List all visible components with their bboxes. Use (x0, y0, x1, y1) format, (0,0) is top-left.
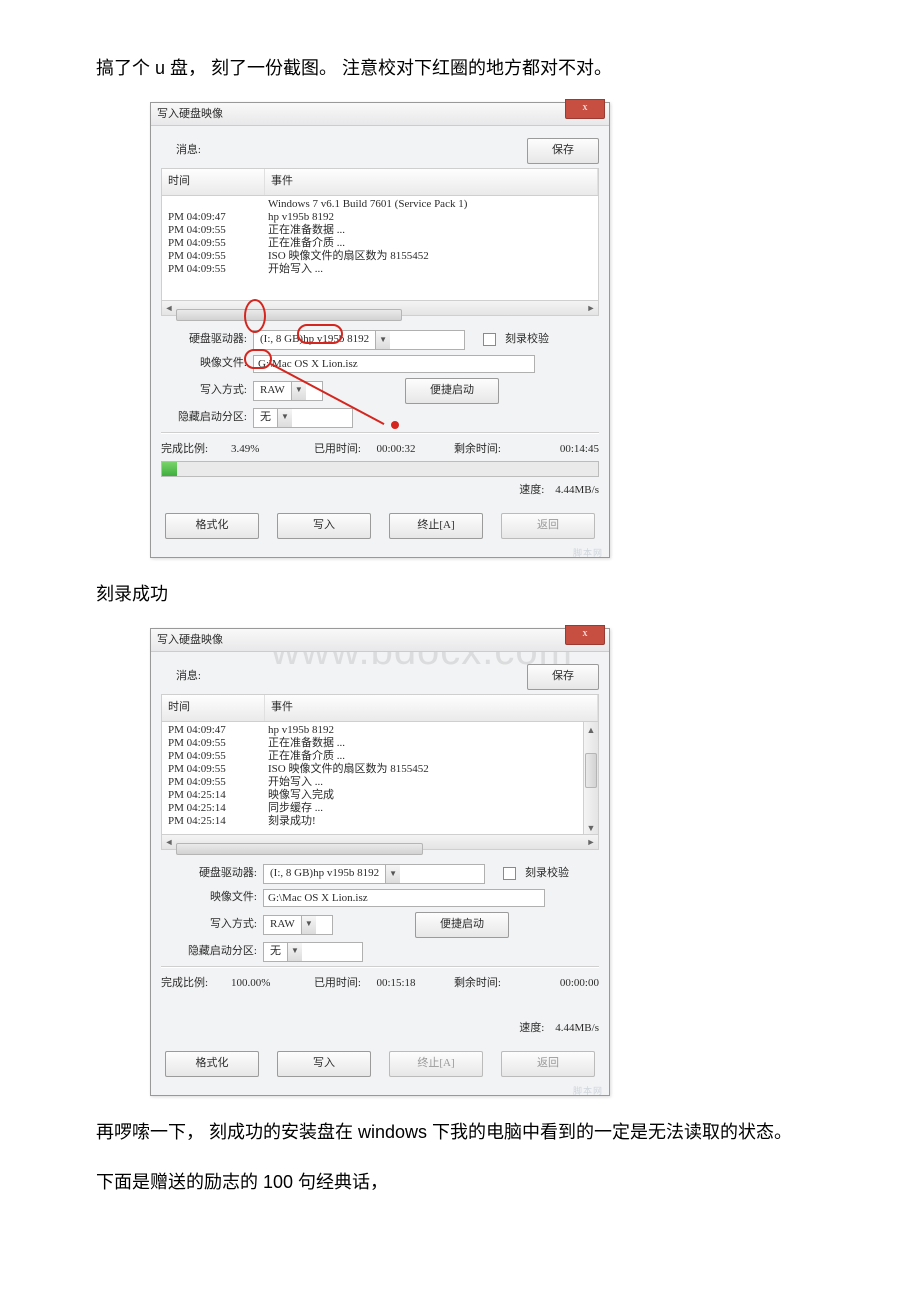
image-label: 映像文件: (161, 888, 257, 908)
log-header: 时间 事件 (161, 694, 599, 722)
scroll-thumb[interactable] (585, 753, 597, 789)
log-header: 时间 事件 (161, 168, 599, 196)
col-event: 事件 (265, 695, 598, 721)
format-button[interactable]: 格式化 (165, 513, 259, 539)
chevron-down-icon[interactable]: ▼ (375, 331, 390, 349)
chevron-down-icon[interactable]: ▼ (301, 916, 316, 934)
titlebar: 写入硬盘映像 x (151, 103, 609, 126)
red-circle-2 (297, 324, 343, 344)
save-button[interactable]: 保存 (527, 138, 599, 164)
burn-dialog-1: 写入硬盘映像 x 消息: 保存 时间 事件 Windows 7 v6.1 Bui… (150, 102, 610, 558)
scroll-left-icon[interactable]: ◄ (162, 834, 176, 850)
h-scrollbar[interactable]: ◄ ► (161, 835, 599, 850)
mode-combo[interactable]: RAW▼ (253, 381, 323, 401)
progress-bar (161, 461, 599, 477)
stop-button[interactable]: 终止[A] (389, 513, 483, 539)
boot-button[interactable]: 便捷启动 (405, 378, 499, 404)
site-watermark: 脚本网 (573, 1083, 603, 1099)
verify-checkbox[interactable] (503, 867, 516, 880)
log-list: Windows 7 v6.1 Build 7601 (Service Pack … (161, 196, 599, 301)
back-button[interactable]: 返回 (501, 1051, 595, 1077)
image-field[interactable]: G:\Mac OS X Lion.isz (263, 889, 545, 907)
write-button[interactable]: 写入 (277, 513, 371, 539)
close-icon[interactable]: x (565, 625, 605, 645)
stats-row: 完成比例: 3.49% 已用时间: 00:00:32 剩余时间: 00:14:4… (161, 440, 599, 460)
doc-para-2: 刻录成功 (60, 578, 860, 610)
red-circle-3 (244, 349, 272, 369)
col-event: 事件 (265, 169, 598, 195)
hide-combo[interactable]: 无▼ (263, 942, 363, 962)
col-time: 时间 (162, 695, 265, 721)
speed-label: 速度: (519, 484, 544, 496)
progress-fill (162, 462, 177, 476)
site-watermark: 脚本网 (573, 545, 603, 561)
scroll-down-icon[interactable]: ▼ (584, 820, 598, 834)
image-label: 映像文件: (161, 354, 247, 374)
window-title: 写入硬盘映像 (157, 634, 223, 646)
scroll-right-icon[interactable]: ► (584, 834, 598, 850)
speed-value: 4.44MB/s (555, 1022, 599, 1034)
scroll-left-icon[interactable]: ◄ (162, 300, 176, 316)
hide-label: 隐藏启动分区: (161, 942, 257, 962)
titlebar: 写入硬盘映像 x (151, 629, 609, 652)
mode-label: 写入方式: (161, 915, 257, 935)
scroll-thumb[interactable] (176, 309, 402, 321)
drive-label: 硬盘驱动器: (161, 864, 257, 884)
speed-value: 4.44MB/s (555, 484, 599, 496)
chevron-down-icon[interactable]: ▼ (291, 382, 306, 400)
close-icon[interactable]: x (565, 99, 605, 119)
msg-label: 消息: (161, 141, 201, 161)
verify-label: 刻录校验 (505, 330, 549, 350)
chevron-down-icon[interactable]: ▼ (385, 865, 400, 883)
scroll-thumb[interactable] (176, 843, 423, 855)
hide-label: 隐藏启动分区: (161, 408, 247, 428)
scroll-right-icon[interactable]: ► (584, 300, 598, 316)
hide-combo[interactable]: 无▼ (253, 408, 353, 428)
mode-combo[interactable]: RAW▼ (263, 915, 333, 935)
window-title: 写入硬盘映像 (157, 108, 223, 120)
msg-label: 消息: (161, 667, 201, 687)
doc-para-1: 搞了个 u 盘， 刻了一份截图。 注意校对下红圈的地方都对不对。 (60, 52, 860, 84)
drive-combo[interactable]: (I:, 8 GB)hp v195b 8192▼ (263, 864, 485, 884)
log-list: PM 04:09:47hp v195b 8192 PM 04:09:55正在准备… (161, 722, 599, 835)
scroll-up-icon[interactable]: ▲ (584, 722, 598, 736)
save-button[interactable]: 保存 (527, 664, 599, 690)
v-scrollbar[interactable]: ▲ ▼ (583, 722, 598, 834)
image-field[interactable]: G:\Mac OS X Lion.isz (253, 355, 535, 373)
doc-para-4: 下面是赠送的励志的 100 句经典话， (60, 1166, 860, 1198)
h-scrollbar[interactable]: ◄ ► (161, 301, 599, 316)
col-time: 时间 (162, 169, 265, 195)
burn-dialog-2: www.bdocx.com 写入硬盘映像 x 消息: 保存 时间 事件 PM 0… (150, 628, 610, 1096)
stats-row: 完成比例: 100.00% 已用时间: 00:15:18 剩余时间: 00:00… (161, 974, 599, 994)
verify-checkbox[interactable] (483, 333, 496, 346)
format-button[interactable]: 格式化 (165, 1051, 259, 1077)
speed-label: 速度: (519, 1022, 544, 1034)
chevron-down-icon[interactable]: ▼ (287, 943, 302, 961)
verify-label: 刻录校验 (525, 864, 569, 884)
drive-label: 硬盘驱动器: (161, 330, 247, 350)
doc-para-3: 再啰嗦一下， 刻成功的安装盘在 windows 下我的电脑中看到的一定是无法读取… (60, 1116, 860, 1148)
mode-label: 写入方式: (161, 381, 247, 401)
drive-combo[interactable]: (I:, 8 GB)hp v195b 8192▼ (253, 330, 465, 350)
back-button[interactable]: 返回 (501, 513, 595, 539)
boot-button[interactable]: 便捷启动 (415, 912, 509, 938)
chevron-down-icon[interactable]: ▼ (277, 409, 292, 427)
stop-button: 终止[A] (389, 1051, 483, 1077)
write-button[interactable]: 写入 (277, 1051, 371, 1077)
